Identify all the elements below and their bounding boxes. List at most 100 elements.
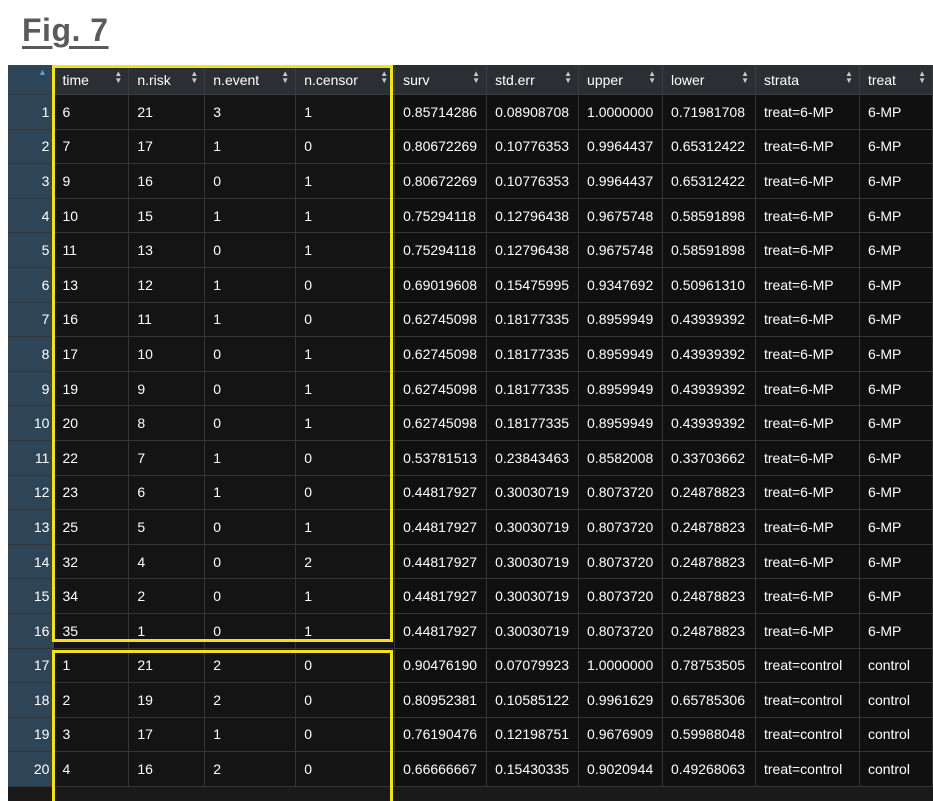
column-header-n-risk[interactable]: n.risk ▲ ▼	[128, 65, 206, 95]
figure-title: Fig. 7	[22, 12, 109, 48]
table-cell-strata: treat=6-MP	[755, 509, 860, 545]
table-cell-strata: treat=6-MP	[755, 613, 860, 649]
table-cell-upper: 0.8073720	[578, 475, 664, 511]
table-cell-treat: 6-MP	[859, 232, 933, 268]
row-number: 19	[8, 717, 55, 753]
table-cell-std-err: 0.12796438	[486, 232, 580, 268]
table-cell-time: 11	[53, 232, 130, 268]
table-cell-n-event: 0	[204, 613, 297, 649]
sort-arrows-icon[interactable]: ▲ ▼	[564, 70, 572, 85]
table-cell-std-err: 0.18177335	[486, 405, 580, 441]
table-row[interactable]: 3 9 16 0 1 0.80672269 0.10776353 0.9964437 0.653…	[8, 163, 933, 199]
sort-arrows-icon[interactable]: ▲ ▼	[472, 70, 480, 85]
table-row[interactable]: 12 23 6 1 0 0.44817927 0.30030719 0.8073720 0.24…	[8, 475, 933, 511]
table-row[interactable]: 6 13 12 1 0 0.69019608 0.15475995 0.9347692 0.50…	[8, 267, 933, 303]
table-cell-time: 6	[53, 94, 130, 130]
table-row[interactable]: 1 6 21 3 1 0.85714286 0.08908708 1.0000000 0.719…	[8, 94, 933, 130]
table-cell-time: 19	[53, 371, 130, 407]
table-cell-n-event: 1	[204, 302, 297, 338]
column-header-upper[interactable]: upper ▲ ▼	[578, 65, 664, 95]
table-row[interactable]: 13 25 5 0 1 0.44817927 0.30030719 0.8073720 0.24…	[8, 509, 933, 545]
table-cell-n-event: 3	[204, 94, 297, 130]
column-header-treat[interactable]: treat ▲ ▼	[859, 65, 933, 95]
table-row[interactable]: 8 17 10 0 1 0.62745098 0.18177335 0.8959949 0.43…	[8, 336, 933, 372]
row-number: 20	[8, 751, 55, 787]
sort-arrows-icon[interactable]: ▲ ▼	[741, 70, 749, 85]
table-cell-n-risk: 21	[128, 94, 206, 130]
column-header-time[interactable]: time ▲ ▼	[53, 65, 130, 95]
column-header-surv[interactable]: surv ▲ ▼	[394, 65, 488, 95]
column-header-std-err[interactable]: std.err ▲ ▼	[486, 65, 580, 95]
column-header-n-event[interactable]: n.event ▲ ▼	[204, 65, 297, 95]
table-cell-n-censor: 1	[295, 371, 396, 407]
column-header-lower[interactable]: lower ▲ ▼	[662, 65, 756, 95]
table-cell-upper: 0.8073720	[578, 613, 664, 649]
sort-arrows-icon[interactable]: ▲ ▼	[380, 70, 388, 85]
table-row[interactable]: 20 4 16 2 0 0.66666667 0.15430335 0.9020944 0.49…	[8, 751, 933, 787]
table-row[interactable]: 15 34 2 0 1 0.44817927 0.30030719 0.8073720 0.24…	[8, 578, 933, 614]
table-row[interactable]: 9 19 9 0 1 0.62745098 0.18177335 0.8959949 0.439…	[8, 371, 933, 407]
table-cell-lower: 0.65785306	[662, 682, 756, 718]
table-cell-std-err: 0.18177335	[486, 336, 580, 372]
table-row[interactable]: 2 7 17 1 0 0.80672269 0.10776353 0.9964437 0.653…	[8, 129, 933, 165]
sort-arrows-icon[interactable]: ▲ ▼	[190, 70, 198, 85]
row-number: 5	[8, 232, 55, 268]
column-header-strata[interactable]: strata ▲ ▼	[755, 65, 860, 95]
table-cell-n-risk: 16	[128, 751, 206, 787]
table-cell-lower: 0.71981708	[662, 94, 756, 130]
table-cell-upper: 0.8073720	[578, 509, 664, 545]
table-cell-upper: 0.9675748	[578, 232, 664, 268]
table-cell-upper: 0.8959949	[578, 336, 664, 372]
table-cell-n-event: 2	[204, 751, 297, 787]
table-cell-lower: 0.65312422	[662, 163, 756, 199]
corner-header[interactable]: ▲	[8, 65, 55, 95]
table-cell-n-censor: 0	[295, 682, 396, 718]
table-cell-time: 10	[53, 198, 130, 234]
table-cell-n-event: 1	[204, 440, 297, 476]
table-cell-std-err: 0.30030719	[486, 578, 580, 614]
table-row[interactable]: 7 16 11 1 0 0.62745098 0.18177335 0.8959949 0.43…	[8, 302, 933, 338]
table-cell-treat: 6-MP	[859, 336, 933, 372]
table-row[interactable]: 10 20 8 0 1 0.62745098 0.18177335 0.8959949 0.43…	[8, 405, 933, 441]
table-row[interactable]: 14 32 4 0 2 0.44817927 0.30030719 0.8073720 0.24…	[8, 544, 933, 580]
data-viewer-grid[interactable]: ▲ time ▲ ▼ n.risk ▲ ▼ n.event ▲ ▼ n.censor ▲ ▼ surv ▲…	[8, 65, 933, 801]
table-cell-n-risk: 6	[128, 475, 206, 511]
table-cell-upper: 0.8073720	[578, 578, 664, 614]
sort-arrows-icon[interactable]: ▲ ▼	[845, 70, 853, 85]
table-row[interactable]: 4 10 15 1 1 0.75294118 0.12796438 0.9675748 0.58…	[8, 198, 933, 234]
table-cell-lower: 0.59988048	[662, 717, 756, 753]
table-cell-strata: treat=6-MP	[755, 129, 860, 165]
table-row[interactable]: 5 11 13 0 1 0.75294118 0.12796438 0.9675748 0.58…	[8, 232, 933, 268]
table-cell-treat: 6-MP	[859, 267, 933, 303]
column-header-label: strata	[763, 71, 799, 88]
sort-arrows-icon[interactable]: ▲ ▼	[918, 70, 926, 85]
table-row[interactable]: 18 2 19 2 0 0.80952381 0.10585122 0.9961629 0.65…	[8, 682, 933, 718]
table-row[interactable]: 17 1 21 2 0 0.90476190 0.07079923 1.0000000 0.78…	[8, 648, 933, 684]
header-row: ▲ time ▲ ▼ n.risk ▲ ▼ n.event ▲ ▼ n.censor ▲ ▼ surv ▲…	[8, 65, 933, 95]
table-cell-n-censor: 1	[295, 613, 396, 649]
table-cell-time: 2	[53, 682, 130, 718]
table-cell-std-err: 0.07079923	[486, 648, 580, 684]
data-table: ▲ time ▲ ▼ n.risk ▲ ▼ n.event ▲ ▼ n.censor ▲ ▼ surv ▲…	[8, 65, 933, 787]
table-row[interactable]: 11 22 7 1 0 0.53781513 0.23843463 0.8582008 0.33…	[8, 440, 933, 476]
sort-arrows-icon[interactable]: ▲ ▼	[114, 70, 122, 85]
table-cell-upper: 0.9020944	[578, 751, 664, 787]
table-cell-treat: control	[859, 648, 933, 684]
table-cell-time: 23	[53, 475, 130, 511]
column-header-label: surv	[403, 71, 430, 88]
table-cell-treat: 6-MP	[859, 371, 933, 407]
table-cell-time: 1	[53, 648, 130, 684]
table-row[interactable]: 16 35 1 0 1 0.44817927 0.30030719 0.8073720 0.24…	[8, 613, 933, 649]
table-cell-n-censor: 0	[295, 267, 396, 303]
column-header-n-censor[interactable]: n.censor ▲ ▼	[295, 65, 396, 95]
table-cell-n-event: 1	[204, 198, 297, 234]
table-cell-n-event: 0	[204, 509, 297, 545]
sort-arrows-icon[interactable]: ▲ ▼	[281, 70, 289, 85]
table-cell-lower: 0.65312422	[662, 129, 756, 165]
table-cell-time: 7	[53, 129, 130, 165]
sort-arrows-icon[interactable]: ▲ ▼	[648, 70, 656, 85]
table-row[interactable]: 19 3 17 1 0 0.76190476 0.12198751 0.9676909 0.59…	[8, 717, 933, 753]
table-cell-n-event: 0	[204, 371, 297, 407]
table-cell-upper: 0.8959949	[578, 405, 664, 441]
table-cell-lower: 0.43939392	[662, 336, 756, 372]
